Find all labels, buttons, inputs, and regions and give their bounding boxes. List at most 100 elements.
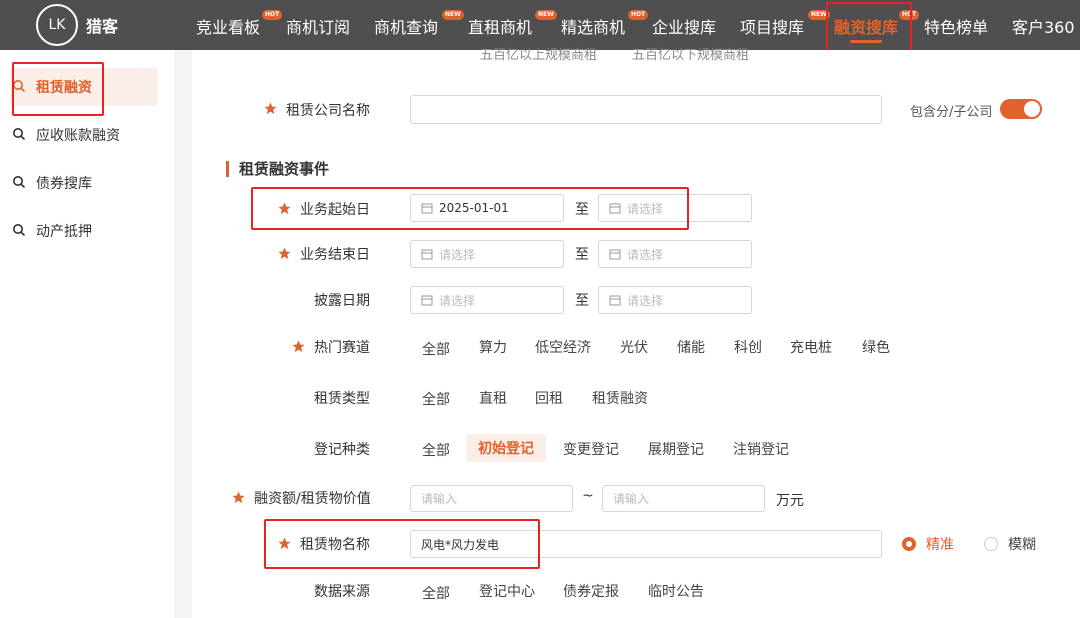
sidebar-item-receivables-financing[interactable]: 应收账款融资 bbox=[10, 116, 158, 154]
sidebar-item-label: 租赁融资 bbox=[36, 80, 92, 96]
calendar-icon bbox=[609, 202, 621, 214]
disclose-date-to-input[interactable]: 请选择 bbox=[598, 286, 752, 314]
amount-unit: 万元 bbox=[776, 493, 804, 509]
amount-max-input[interactable]: 请输入 bbox=[602, 485, 765, 512]
active-nav-underline bbox=[850, 40, 882, 43]
hot-track-option[interactable]: 绿色 bbox=[862, 337, 890, 357]
sidebar-item-bond-search[interactable]: 债券搜库 bbox=[10, 164, 158, 202]
search-icon bbox=[12, 175, 28, 191]
data-source-option[interactable]: 全部 bbox=[422, 583, 450, 603]
nav-item-featured-ranking[interactable]: 特色榜单 bbox=[924, 14, 988, 38]
nav-item-featured[interactable]: 精选商机 bbox=[561, 14, 625, 38]
calendar-icon bbox=[609, 248, 621, 260]
required-star-icon bbox=[292, 340, 305, 353]
main-form: 五百亿以上规模商租 五百亿以下规模商租 租赁公司名称 包含分/子公司 租赁融资事… bbox=[192, 48, 1080, 618]
hot-track-option[interactable]: 算力 bbox=[479, 337, 507, 357]
search-icon bbox=[12, 223, 28, 239]
data-source-option[interactable]: 债券定报 bbox=[563, 581, 619, 601]
end-date-to-input[interactable]: 请选择 bbox=[598, 240, 752, 268]
calendar-icon bbox=[421, 248, 433, 260]
placeholder-text: 请选择 bbox=[627, 201, 664, 216]
logo[interactable]: LK 猎客 bbox=[36, 4, 118, 46]
placeholder-text: 请选择 bbox=[439, 293, 476, 308]
required-star-icon bbox=[278, 537, 291, 550]
top-nav-bar: LK 猎客 竞业看板 HOT 商机订阅 商机查询 NEW 直租商机 NEW 精选… bbox=[0, 0, 1080, 50]
search-icon bbox=[12, 127, 28, 143]
disclose-date-from-input[interactable]: 请选择 bbox=[410, 286, 564, 314]
required-star-icon bbox=[278, 247, 291, 260]
match-fuzzy-label[interactable]: 模糊 bbox=[1008, 534, 1036, 554]
disclose-date-label: 披露日期 bbox=[314, 293, 370, 309]
match-fuzzy-radio[interactable] bbox=[984, 537, 998, 551]
start-date-label: 业务起始日 bbox=[300, 202, 370, 218]
placeholder-text: 请选择 bbox=[627, 247, 664, 262]
logo-text: 猎客 bbox=[86, 17, 119, 36]
range-separator: ~ bbox=[582, 488, 594, 504]
nav-item-project-search[interactable]: 项目搜库 bbox=[740, 14, 804, 38]
amount-label: 融资额/租赁物价值 bbox=[254, 491, 371, 507]
nav-item-direct-lease[interactable]: 直租商机 bbox=[468, 14, 532, 38]
nav-item-opportunity-search[interactable]: 商机查询 bbox=[374, 14, 438, 38]
section-title-text: 租赁融资事件 bbox=[239, 160, 330, 178]
start-date-from-value: 2025-01-01 bbox=[439, 201, 509, 215]
lease-type-option[interactable]: 全部 bbox=[422, 389, 450, 409]
data-source-option[interactable]: 登记中心 bbox=[479, 581, 535, 601]
hot-track-option[interactable]: 充电桩 bbox=[790, 337, 832, 357]
hot-badge: HOT bbox=[899, 10, 920, 20]
lease-type-option[interactable]: 回租 bbox=[535, 388, 563, 408]
required-star-icon bbox=[264, 102, 277, 115]
nav-item-competition-board[interactable]: 竞业看板 bbox=[196, 14, 260, 38]
amount-min-input[interactable]: 请输入 bbox=[410, 485, 573, 512]
required-star-icon bbox=[232, 491, 245, 504]
toggle-knob bbox=[1024, 101, 1040, 117]
nav-item-financing-search[interactable]: 融资搜库 bbox=[834, 14, 898, 38]
end-date-from-input[interactable]: 请选择 bbox=[410, 240, 564, 268]
reg-type-option-selected[interactable]: 初始登记 bbox=[466, 434, 546, 462]
calendar-icon bbox=[609, 294, 621, 306]
sidebar-item-lease-financing[interactable]: 租赁融资 bbox=[10, 68, 158, 106]
end-date-label: 业务结束日 bbox=[300, 247, 370, 263]
start-date-to-input[interactable]: 请选择 bbox=[598, 194, 752, 222]
hot-track-option[interactable]: 光伏 bbox=[620, 337, 648, 357]
company-name-input[interactable] bbox=[410, 95, 882, 124]
hot-badge: HOT bbox=[628, 10, 649, 20]
hot-track-option[interactable]: 全部 bbox=[422, 339, 450, 359]
new-badge: NEW bbox=[535, 10, 557, 20]
sidebar-item-label: 应收账款融资 bbox=[36, 128, 120, 144]
new-badge: NEW bbox=[808, 10, 830, 20]
nav-item-enterprise-search[interactable]: 企业搜库 bbox=[652, 14, 716, 38]
scale-option[interactable]: 五百亿以下规模商租 bbox=[632, 44, 749, 63]
reg-type-option[interactable]: 全部 bbox=[422, 440, 450, 460]
hot-track-option[interactable]: 储能 bbox=[677, 337, 705, 357]
sidebar-item-label: 动产抵押 bbox=[36, 224, 92, 240]
company-name-label: 租赁公司名称 bbox=[286, 103, 370, 119]
calendar-icon bbox=[421, 294, 433, 306]
reg-type-option[interactable]: 展期登记 bbox=[648, 439, 704, 459]
data-source-option[interactable]: 临时公告 bbox=[648, 581, 704, 601]
start-date-from-input[interactable]: 2025-01-01 bbox=[410, 194, 564, 222]
to-text: 至 bbox=[575, 202, 589, 218]
lease-type-option[interactable]: 直租 bbox=[479, 388, 507, 408]
leased-item-input[interactable]: 风电*风力发电 bbox=[410, 530, 882, 558]
match-exact-label[interactable]: 精准 bbox=[926, 534, 954, 554]
hot-track-option[interactable]: 低空经济 bbox=[535, 337, 591, 357]
sidebar-item-movable-pledge[interactable]: 动产抵押 bbox=[10, 212, 158, 250]
calendar-icon bbox=[421, 202, 433, 214]
nav-item-customer-360[interactable]: 客户360 bbox=[1012, 14, 1075, 38]
match-exact-radio[interactable] bbox=[902, 537, 916, 551]
lease-type-option[interactable]: 租赁融资 bbox=[592, 388, 648, 408]
section-title: 租赁融资事件 bbox=[226, 158, 329, 179]
section-bar bbox=[226, 160, 229, 177]
reg-type-option[interactable]: 注销登记 bbox=[733, 439, 789, 459]
reg-type-option[interactable]: 变更登记 bbox=[563, 439, 619, 459]
include-sub-toggle[interactable] bbox=[1000, 99, 1042, 119]
scale-option[interactable]: 五百亿以上规模商租 bbox=[480, 44, 597, 63]
hot-track-option[interactable]: 科创 bbox=[734, 337, 762, 357]
lease-type-label: 租赁类型 bbox=[314, 391, 370, 407]
data-source-label: 数据来源 bbox=[314, 584, 370, 600]
placeholder-text: 请选择 bbox=[627, 293, 664, 308]
new-badge: NEW bbox=[442, 10, 464, 20]
nav-item-opportunity-subscribe[interactable]: 商机订阅 bbox=[286, 14, 350, 38]
hot-track-label: 热门赛道 bbox=[314, 340, 370, 356]
reg-type-label: 登记种类 bbox=[314, 442, 370, 458]
